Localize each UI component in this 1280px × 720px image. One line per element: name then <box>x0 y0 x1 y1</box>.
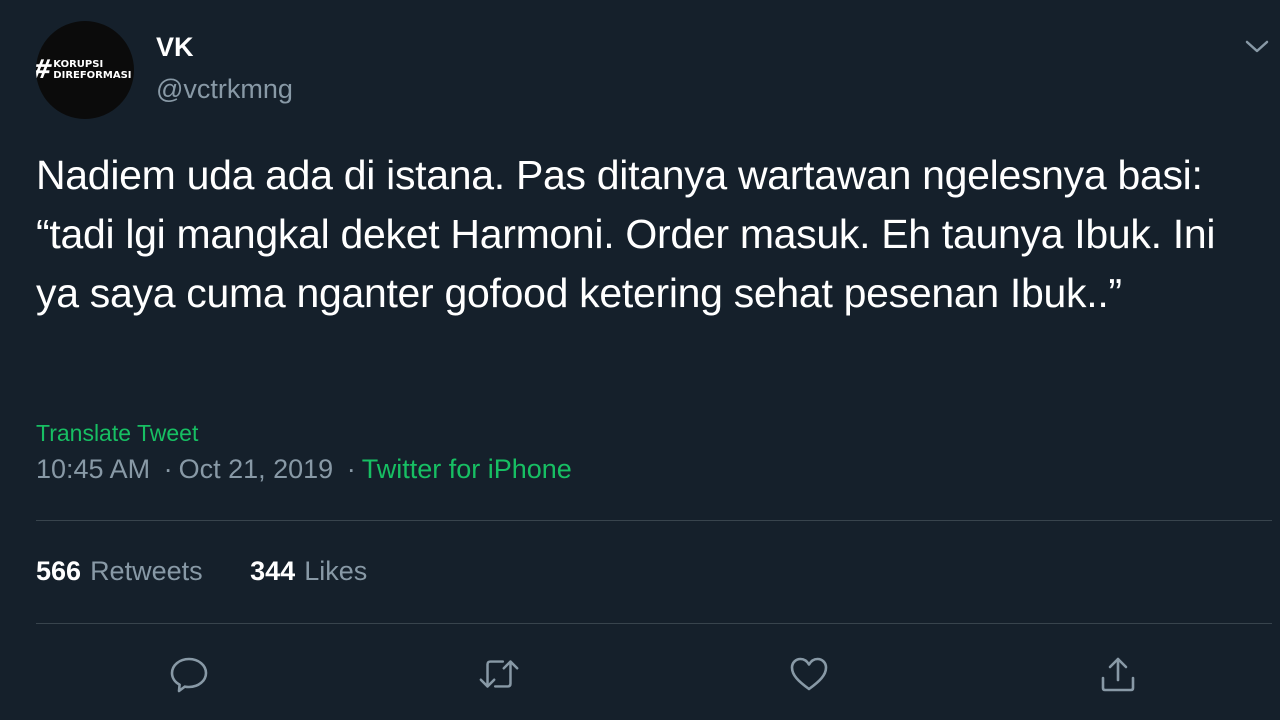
translate-tweet-link[interactable]: Translate Tweet <box>36 420 198 447</box>
likes-count: 344 <box>250 556 296 586</box>
user-handle[interactable]: @vctrkmng <box>156 74 293 105</box>
avatar-line-1: KORUPSI <box>53 59 104 70</box>
divider <box>36 520 1272 521</box>
avatar[interactable]: # KORUPSI DIREFORMASI <box>36 21 134 119</box>
tweet-text: Nadiem uda ada di istana. Pas ditanya wa… <box>36 152 1216 316</box>
meta-separator: · <box>346 454 356 484</box>
likes-label: Likes <box>304 556 368 586</box>
avatar-line-2: DIREFORMASI <box>53 70 132 81</box>
share-icon[interactable] <box>1096 652 1140 696</box>
avatar-hash: # <box>36 55 55 85</box>
tweet-time[interactable]: 10:45 AM <box>36 454 150 484</box>
tweet-source-link[interactable]: Twitter for iPhone <box>362 454 572 484</box>
tweet-metadata: 10:45 AM · Oct 21, 2019 · Twitter for iPho… <box>36 454 572 485</box>
tweet-card: # KORUPSI DIREFORMASI VK @vctrkmng Nadie… <box>0 0 1280 720</box>
retweets-count: 566 <box>36 556 82 586</box>
retweets-stat[interactable]: 566 Retweets <box>36 556 203 587</box>
divider <box>36 623 1272 624</box>
retweet-icon[interactable] <box>477 652 521 696</box>
tweet-stats: 566 Retweets 344 Likes <box>36 556 367 587</box>
display-name[interactable]: VK <box>156 32 194 63</box>
meta-separator: · <box>163 454 173 484</box>
likes-stat[interactable]: 344 Likes <box>250 556 367 587</box>
avatar-logo: # KORUPSI DIREFORMASI <box>36 55 132 85</box>
tweet-date[interactable]: Oct 21, 2019 <box>179 454 334 484</box>
like-icon[interactable] <box>787 652 831 696</box>
reply-icon[interactable] <box>167 652 211 696</box>
retweets-label: Retweets <box>90 556 203 586</box>
chevron-down-icon[interactable] <box>1240 30 1274 64</box>
